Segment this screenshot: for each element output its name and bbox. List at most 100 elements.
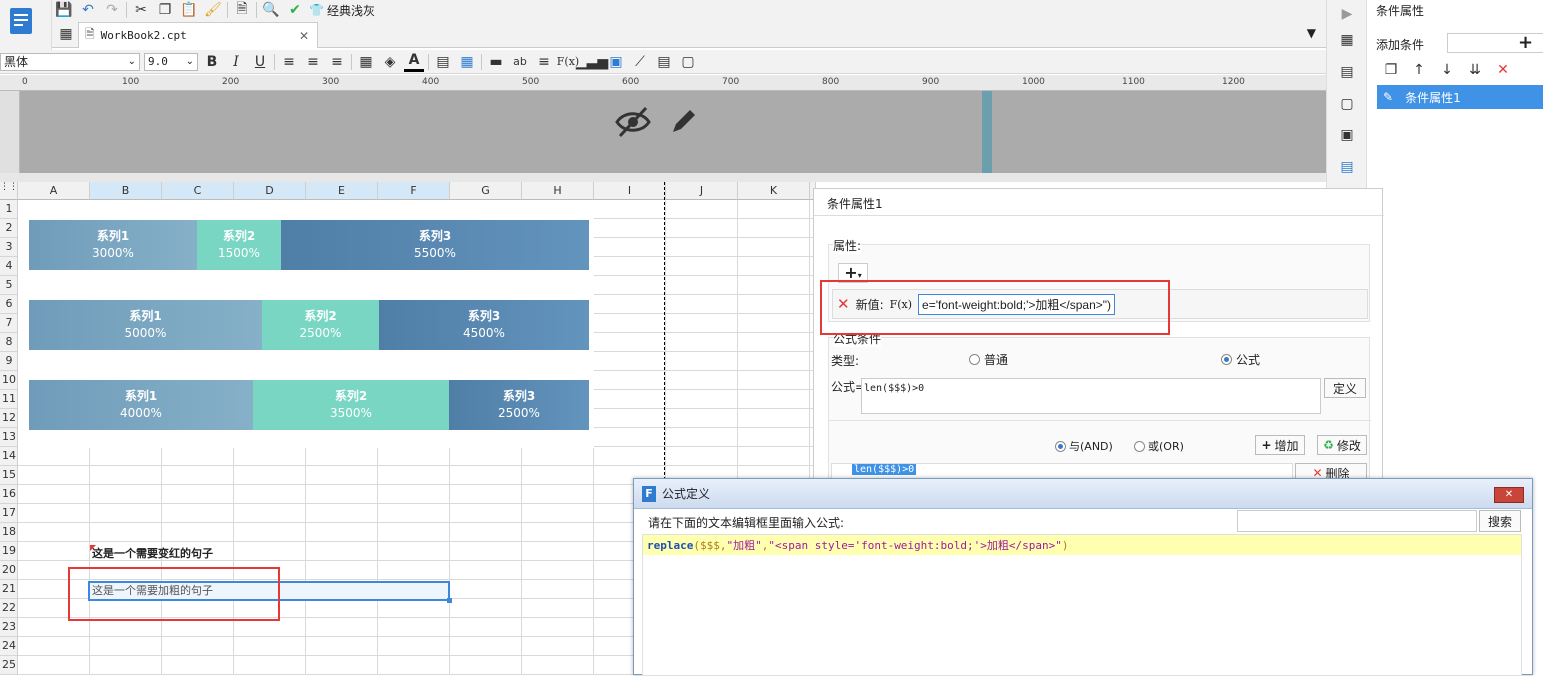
formula-search-input[interactable] — [1237, 510, 1477, 532]
define-button[interactable]: 定义 — [1324, 378, 1366, 398]
modify-button[interactable]: ♻ 修改 — [1317, 435, 1367, 455]
row-header[interactable]: 20 — [0, 561, 17, 580]
row-header[interactable]: 10 — [0, 371, 17, 390]
row-header[interactable]: 12 — [0, 409, 17, 428]
subreport-icon[interactable]: ▤ — [654, 52, 674, 72]
copy-icon[interactable]: ❐ — [155, 0, 175, 20]
selection-handle[interactable] — [447, 598, 452, 603]
chart-icon[interactable]: ▁▃▅ — [576, 52, 608, 72]
tab-workbook2[interactable]: 🗎 WorkBook2.cpt ✕ — [78, 22, 318, 48]
row-header[interactable]: 13 — [0, 428, 17, 447]
row-header[interactable]: 9 — [0, 352, 17, 371]
table-icon[interactable]: ▦ — [457, 52, 477, 72]
row-header[interactable]: 15 — [0, 466, 17, 485]
column-header[interactable]: E — [306, 182, 378, 200]
column-header[interactable]: H — [522, 182, 594, 200]
row-header[interactable]: 22 — [0, 599, 17, 618]
add-button[interactable]: + 增加 — [1255, 435, 1305, 455]
row-header[interactable]: 21 — [0, 580, 17, 599]
row-header[interactable]: 1 — [0, 200, 17, 219]
row-header[interactable]: 19 — [0, 542, 17, 561]
column-header[interactable]: D — [234, 182, 306, 200]
frame-icon[interactable]: ▢ — [1337, 94, 1357, 114]
add-icon[interactable]: + — [1518, 32, 1533, 53]
row-header[interactable]: 23 — [0, 618, 17, 637]
border-icon[interactable]: ▦ — [356, 52, 376, 72]
slash-icon[interactable]: ⟋ — [630, 52, 650, 72]
column-header[interactable]: I — [594, 182, 666, 200]
condition-attr-icon[interactable]: ▤ — [1337, 157, 1357, 177]
bold-icon[interactable]: B — [202, 52, 222, 72]
formula-textarea[interactable]: len($$$)>0 — [861, 378, 1321, 414]
align-right-icon[interactable]: ≡ — [327, 52, 347, 72]
column-header[interactable]: A — [18, 182, 90, 200]
copy-icon[interactable]: ❐ — [1381, 60, 1401, 80]
widget-icon[interactable]: ▤ — [1337, 62, 1357, 82]
close-dialog-button[interactable]: ✕ — [1494, 487, 1524, 503]
row-header[interactable]: 14 — [0, 447, 17, 466]
condition-list-item[interactable]: len($$$)>0 — [852, 464, 917, 475]
font-size-select[interactable]: 9.0 ⌄ — [144, 52, 198, 71]
column-header[interactable]: F — [378, 182, 450, 200]
italic-icon[interactable]: I — [226, 52, 246, 72]
row-header[interactable]: 11 — [0, 390, 17, 409]
corner-cell[interactable]: ⋮⋮ — [0, 182, 18, 200]
up-arrow-icon[interactable]: ↑ — [1409, 60, 1429, 80]
cell-b19[interactable]: 这是一个需要变红的句子 — [90, 545, 330, 563]
row-header[interactable]: 25 — [0, 656, 17, 675]
cell-element-icon[interactable]: ▢ — [678, 52, 698, 72]
text-icon[interactable]: ab — [510, 52, 530, 72]
check-icon[interactable]: ✔ — [285, 0, 305, 20]
row-header[interactable]: 5 — [0, 276, 17, 295]
down-arrow-icon[interactable]: ↓ — [1437, 60, 1457, 80]
row-header[interactable]: 4 — [0, 257, 17, 276]
preview-icon[interactable]: 🔍 — [261, 0, 281, 20]
row-header[interactable]: 2 — [0, 219, 17, 238]
or-radio[interactable]: 或(OR) — [1134, 438, 1184, 454]
close-tab-icon[interactable]: ✕ — [299, 29, 309, 43]
row-header[interactable]: 6 — [0, 295, 17, 314]
redo-icon[interactable]: ↷ — [102, 0, 122, 20]
grid-menu-icon[interactable]: ▦ — [56, 24, 76, 44]
font-name-select[interactable]: 黑体 ⌄ — [0, 52, 140, 71]
paste-icon[interactable]: 📋 — [179, 0, 199, 20]
sort-icon[interactable]: ⇊ — [1465, 60, 1485, 80]
column-header[interactable]: C — [162, 182, 234, 200]
search-button[interactable]: 搜索 — [1479, 510, 1521, 532]
tab-dropdown-icon[interactable]: ▼ — [1307, 26, 1316, 40]
theme-button[interactable]: 👕 经典浅灰 — [309, 2, 375, 19]
undo-icon[interactable]: ↶ — [78, 0, 98, 20]
column-header[interactable]: G — [450, 182, 522, 200]
richtext-icon[interactable]: ≡ — [534, 52, 554, 72]
column-header[interactable]: B — [90, 182, 162, 200]
row-header[interactable]: 7 — [0, 314, 17, 333]
popup-icon[interactable]: ▣ — [1337, 125, 1357, 145]
and-radio[interactable]: 与(AND) — [1055, 438, 1113, 454]
delete-icon[interactable]: ✕ — [1493, 60, 1513, 80]
template-icon[interactable]: 🗎 — [232, 0, 252, 20]
column-header[interactable]: J — [666, 182, 738, 200]
format-painter-icon[interactable]: 🖌 — [203, 0, 223, 20]
fill-color-icon[interactable]: ◈ — [380, 52, 400, 72]
type-normal-radio[interactable]: 普通 — [969, 351, 1008, 368]
row-header[interactable]: 16 — [0, 485, 17, 504]
hide-icon[interactable] — [614, 105, 652, 139]
column-header[interactable]: K — [738, 182, 810, 200]
row-header[interactable]: 3 — [0, 238, 17, 257]
cell-attr-icon[interactable]: ▦ — [1337, 30, 1357, 50]
font-color-icon[interactable]: A — [404, 52, 424, 72]
insert-cell-icon[interactable]: ▤ — [433, 52, 453, 72]
edit-pencil-icon[interactable] — [668, 105, 700, 137]
formula-editor[interactable]: replace($$$,"加粗","<span style='font-weig… — [642, 534, 1522, 676]
align-left-icon[interactable]: ≡ — [279, 52, 299, 72]
save-icon[interactable]: 💾 — [54, 0, 74, 20]
row-header[interactable]: 8 — [0, 333, 17, 352]
collapse-arrow-icon[interactable]: ▶ — [1337, 4, 1357, 24]
type-formula-radio[interactable]: 公式 — [1221, 351, 1260, 368]
underline-icon[interactable]: U — [250, 52, 270, 72]
image-icon[interactable]: ▣ — [606, 52, 626, 72]
align-center-icon[interactable]: ≡ — [303, 52, 323, 72]
row-header[interactable]: 17 — [0, 504, 17, 523]
condition-item-selected[interactable]: ✎ 条件属性1 — [1377, 85, 1543, 109]
cut-icon[interactable]: ✂ — [131, 0, 151, 20]
